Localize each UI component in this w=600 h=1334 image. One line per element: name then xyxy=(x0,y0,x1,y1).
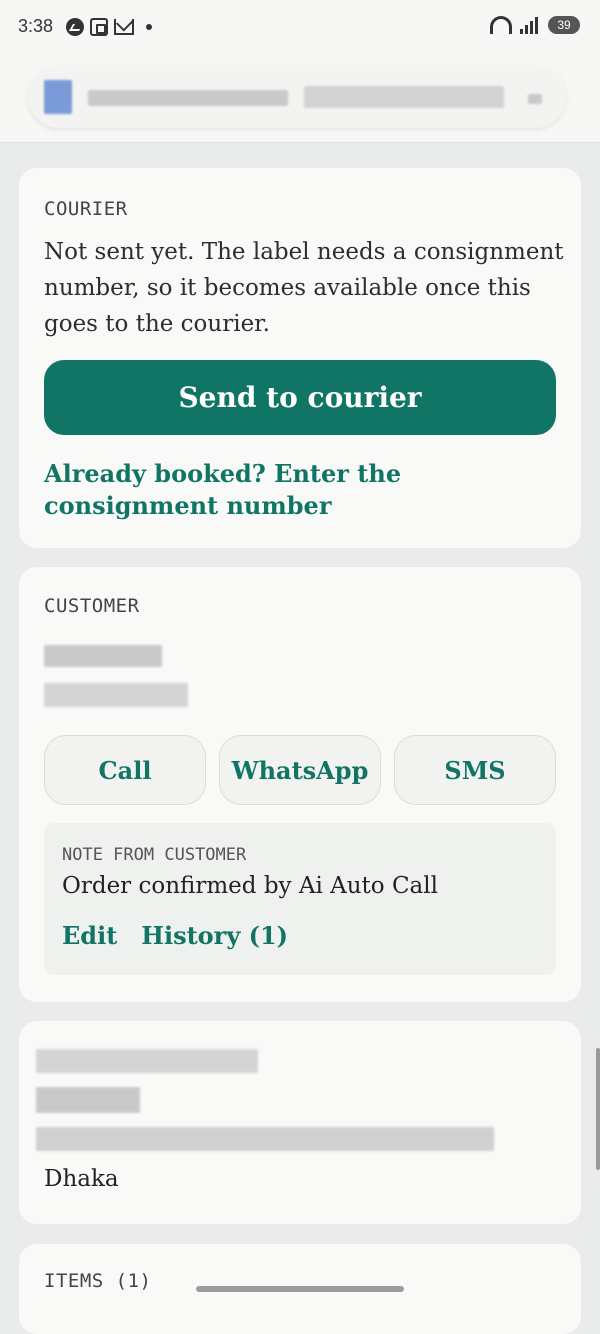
status-bar: 3:38 39 xyxy=(0,0,600,58)
redacted-avatar xyxy=(44,80,72,114)
status-time: 3:38 xyxy=(18,16,54,36)
call-button[interactable]: Call xyxy=(44,735,206,805)
signal-icon xyxy=(520,16,540,34)
scrollbar[interactable] xyxy=(596,1048,600,1170)
redacted-customer-phone xyxy=(44,683,188,707)
note-text: Order confirmed by Ai Auto Call xyxy=(62,873,438,899)
courier-section-label: COURIER xyxy=(44,198,128,220)
address-card: Dhaka xyxy=(19,1021,581,1224)
app-header xyxy=(0,58,600,143)
gesture-nav-handle[interactable] xyxy=(196,1286,404,1292)
redacted-address-line xyxy=(36,1049,258,1073)
note-label: NOTE FROM CUSTOMER xyxy=(62,845,247,865)
wifi-icon xyxy=(490,16,512,34)
redacted-customer-name xyxy=(44,645,162,667)
enter-consignment-link[interactable]: Already booked? Enter the consignment nu… xyxy=(44,458,544,522)
messenger-icon xyxy=(66,18,84,36)
redacted-address-line xyxy=(36,1087,140,1113)
notification-icons xyxy=(66,18,152,36)
gmail-icon xyxy=(114,19,134,35)
scan-icon xyxy=(90,18,108,36)
customer-section-label: CUSTOMER xyxy=(44,595,140,617)
courier-status-message: Not sent yet. The label needs a consignm… xyxy=(44,239,564,337)
battery-icon: 39 xyxy=(548,16,580,34)
address-city: Dhaka xyxy=(44,1166,119,1192)
redacted-text xyxy=(528,94,542,104)
customer-note-box: NOTE FROM CUSTOMER Order confirmed by Ai… xyxy=(44,823,556,975)
whatsapp-button[interactable]: WhatsApp xyxy=(219,735,381,805)
redacted-text xyxy=(304,86,504,108)
contact-actions: Call WhatsApp SMS xyxy=(44,735,556,805)
customer-card: CUSTOMER Call WhatsApp SMS NOTE FROM CUS… xyxy=(19,567,581,1002)
edit-note-link[interactable]: Edit xyxy=(62,921,117,950)
note-history-link[interactable]: History (1) xyxy=(141,921,288,950)
note-actions: Edit History (1) xyxy=(62,921,288,950)
sms-button[interactable]: SMS xyxy=(394,735,556,805)
items-section-label: ITEMS (1) xyxy=(44,1270,152,1292)
order-header-bar[interactable] xyxy=(28,66,566,128)
send-to-courier-button[interactable]: Send to courier xyxy=(44,360,556,435)
dot-icon xyxy=(146,24,152,30)
redacted-text xyxy=(88,90,288,106)
redacted-address-line xyxy=(36,1127,494,1151)
courier-card: COURIER Not sent yet. The label needs a … xyxy=(19,168,581,548)
system-icons: 39 xyxy=(490,16,580,34)
